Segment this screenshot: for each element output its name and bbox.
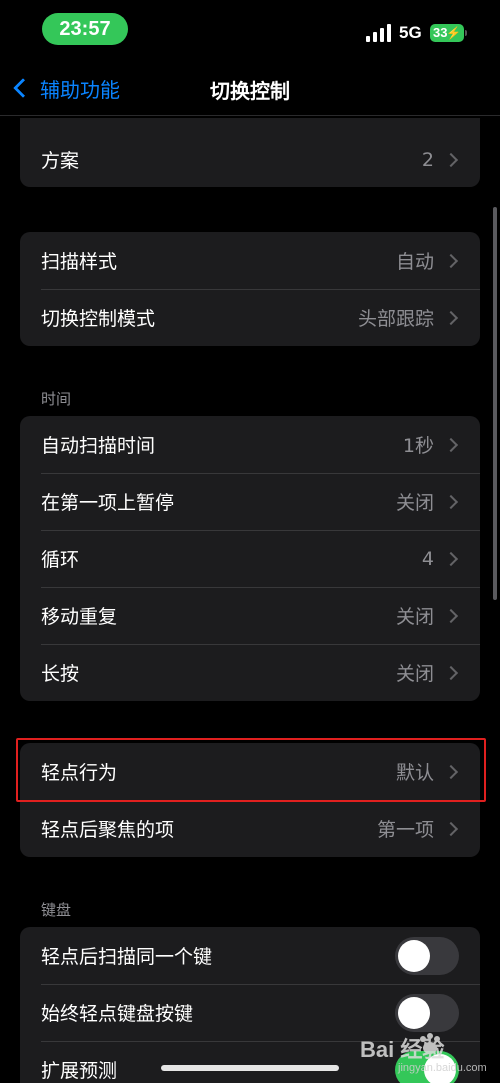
watermark-url: jingyan.baidu.com (398, 1062, 487, 1074)
row-label: 长按 (41, 663, 80, 685)
settings-group-scan: 扫描样式 自动 切换控制模式 头部跟踪 (20, 232, 480, 346)
network-type: 5G (399, 23, 422, 42)
row-value: 默认 (395, 762, 434, 784)
chevron-right-icon (443, 764, 459, 779)
row-label: 方案 (41, 150, 80, 172)
row-move-repeat[interactable]: 移动重复 关闭 (20, 587, 480, 644)
chevron-right-icon (443, 608, 459, 623)
row-label: 自动扫描时间 (41, 435, 156, 457)
row-label: 循环 (41, 549, 80, 571)
row-label: 轻点后聚焦的项 (41, 819, 175, 841)
row-pause-on-first-item[interactable]: 在第一项上暂停 关闭 (20, 473, 480, 530)
page-title: 切换控制 (210, 79, 290, 103)
baidu-watermark: Bai 经验 jingyan.baidu.com (360, 1030, 500, 1083)
settings-group-tap: 轻点行为 默认 轻点后聚焦的项 第一项 (20, 743, 480, 857)
row-label: 轻点行为 (41, 762, 118, 784)
charging-bolt-icon: ⚡ (446, 26, 461, 40)
section-header-time: 时间 (41, 390, 72, 408)
chevron-right-icon (443, 494, 459, 509)
row-focused-item-after-tap[interactable]: 轻点后聚焦的项 第一项 (20, 800, 480, 857)
chevron-right-icon (443, 665, 459, 680)
status-time[interactable]: 23:57 (42, 13, 128, 45)
home-indicator[interactable] (161, 1065, 339, 1071)
row-value: 头部跟踪 (357, 308, 434, 330)
chevron-right-icon (443, 821, 459, 836)
row-label: 移动重复 (41, 606, 118, 628)
row-tap-behavior[interactable]: 轻点行为 默认 (20, 743, 480, 800)
row-auto-scan-time[interactable]: 自动扫描时间 1秒 (20, 416, 480, 473)
toggle-knob (398, 996, 430, 1029)
row-label: 轻点后扫描同一个键 (41, 946, 213, 968)
cellular-signal-icon (366, 24, 392, 42)
toggle-switch[interactable] (395, 936, 459, 975)
row-value: 关闭 (395, 606, 434, 628)
row-value: 关闭 (395, 492, 434, 514)
row-value: 4 (421, 547, 434, 570)
toggle-knob (398, 939, 430, 972)
settings-group-scheme: 方案 2 (20, 118, 480, 187)
chevron-right-icon (443, 551, 459, 566)
row-label: 切换控制模式 (41, 308, 156, 330)
row-label: 始终轻点键盘按键 (41, 1003, 194, 1025)
section-header-keyboard: 键盘 (41, 901, 72, 919)
row-value: 自动 (395, 251, 434, 273)
battery-tip (465, 30, 467, 36)
chevron-right-icon (443, 253, 459, 268)
row-loops[interactable]: 循环 4 (20, 530, 480, 587)
row-value: 第一项 (376, 819, 434, 841)
settings-group-time: 自动扫描时间 1秒 在第一项上暂停 关闭 循环 4 移动重复 关闭 长按 关闭 (20, 416, 480, 701)
row-switch-control-mode[interactable]: 切换控制模式 头部跟踪 (20, 289, 480, 346)
status-bar: 23:57 5G 33 ⚡ (0, 0, 500, 60)
chevron-right-icon (443, 437, 459, 452)
row-scan-style[interactable]: 扫描样式 自动 (20, 232, 480, 289)
row-scheme[interactable]: 方案 2 (20, 118, 480, 187)
battery-icon: 33 ⚡ (430, 24, 464, 42)
row-long-press[interactable]: 长按 关闭 (20, 644, 480, 701)
row-scan-same-key-after-tap: 轻点后扫描同一个键 (20, 927, 480, 984)
paw-logo-icon (420, 1033, 440, 1054)
row-value: 关闭 (395, 663, 434, 685)
toggle-switch[interactable] (395, 993, 459, 1032)
row-value: 2 (421, 148, 434, 171)
chevron-right-icon (443, 152, 459, 167)
row-label: 在第一项上暂停 (41, 492, 175, 514)
row-label: 扫描样式 (41, 251, 118, 273)
navigation-bar: 辅助功能 切换控制 (0, 60, 500, 116)
scroll-indicator[interactable] (493, 207, 497, 600)
chevron-right-icon (443, 310, 459, 325)
row-value: 1秒 (402, 435, 434, 457)
